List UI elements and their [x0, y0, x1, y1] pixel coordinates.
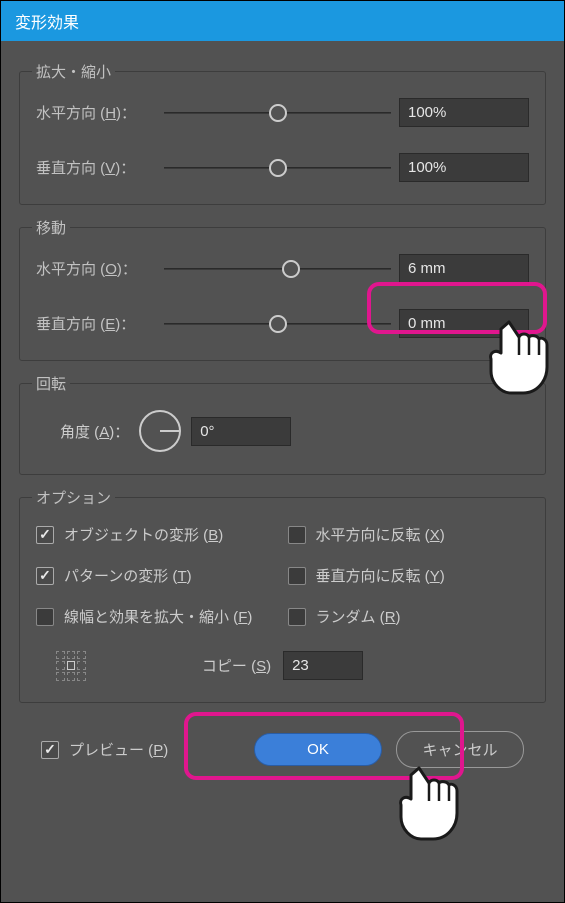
move-v-slider[interactable]: [164, 316, 391, 332]
move-legend: 移動: [32, 217, 70, 238]
options-legend: オプション: [32, 487, 115, 508]
reference-point-icon[interactable]: [56, 651, 86, 681]
checkbox-icon: [36, 608, 54, 626]
copy-count-input[interactable]: 23: [283, 651, 363, 680]
scale-h-slider[interactable]: [164, 105, 391, 121]
scale-h-value[interactable]: 100%: [399, 98, 529, 127]
rotate-legend: 回転: [32, 373, 70, 394]
options-group: オプション オブジェクトの変形 (B) 水平方向に反転 (X) パターンの変形 …: [19, 497, 546, 703]
move-h-label: 水平方向 (O)：: [36, 258, 156, 279]
opt-transform-patterns[interactable]: パターンの変形 (T): [36, 565, 278, 586]
move-h-value[interactable]: 6 mm: [399, 254, 529, 283]
copy-label: コピー (S): [202, 655, 271, 676]
checkbox-icon: [36, 567, 54, 585]
ok-button[interactable]: OK: [254, 733, 382, 766]
checkbox-icon: [288, 526, 306, 544]
move-v-value[interactable]: 0 mm: [399, 309, 529, 338]
scale-group: 拡大・縮小 水平方向 (H)： 100% 垂直方向 (V)： 100%: [19, 71, 546, 205]
scale-v-label: 垂直方向 (V)：: [36, 157, 156, 178]
scale-v-slider[interactable]: [164, 160, 391, 176]
move-h-slider[interactable]: [164, 261, 391, 277]
preview-checkbox[interactable]: プレビュー (P): [41, 739, 168, 760]
opt-transform-objects[interactable]: オブジェクトの変形 (B): [36, 524, 278, 545]
angle-label: 角度 (A)：: [60, 421, 129, 442]
angle-dial[interactable]: [139, 410, 181, 452]
checkbox-icon: [41, 741, 59, 759]
scale-h-label: 水平方向 (H)：: [36, 102, 156, 123]
window-title: 変形効果: [1, 1, 564, 41]
opt-flip-horizontal[interactable]: 水平方向に反転 (X): [288, 524, 530, 545]
cancel-button[interactable]: キャンセル: [396, 731, 524, 768]
checkbox-icon: [36, 526, 54, 544]
scale-v-value[interactable]: 100%: [399, 153, 529, 182]
checkbox-icon: [288, 608, 306, 626]
checkbox-icon: [288, 567, 306, 585]
transform-effect-dialog: 変形効果 拡大・縮小 水平方向 (H)： 100% 垂直方向 (V)： 100%…: [0, 0, 565, 903]
scale-legend: 拡大・縮小: [32, 61, 115, 82]
angle-value[interactable]: 0°: [191, 417, 291, 446]
move-v-label: 垂直方向 (E)：: [36, 313, 156, 334]
opt-random[interactable]: ランダム (R): [288, 606, 530, 627]
move-group: 移動 水平方向 (O)： 6 mm 垂直方向 (E)： 0 mm: [19, 227, 546, 361]
rotate-group: 回転 角度 (A)： 0°: [19, 383, 546, 475]
opt-flip-vertical[interactable]: 垂直方向に反転 (Y): [288, 565, 530, 586]
opt-scale-strokes[interactable]: 線幅と効果を拡大・縮小 (F): [36, 606, 278, 627]
